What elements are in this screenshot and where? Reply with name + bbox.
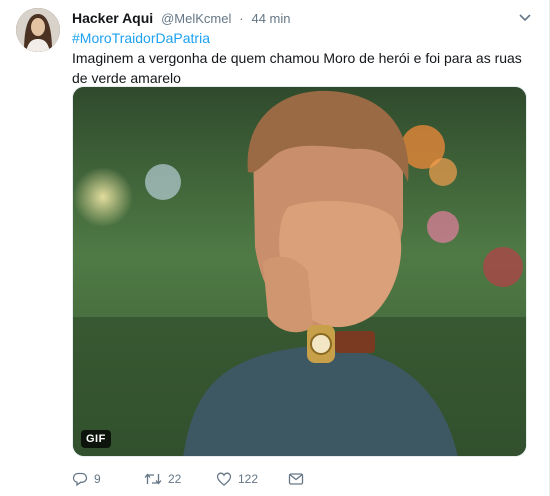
tweet-actions: 9 22 122	[72, 468, 492, 490]
tweet-header: Hacker Aqui @MelKcmel · 44 min	[72, 9, 519, 28]
reply-button[interactable]: 9	[72, 471, 144, 487]
direct-message-button[interactable]	[288, 471, 328, 487]
timestamp[interactable]: 44 min	[251, 11, 290, 26]
tweet[interactable]: Hacker Aqui @MelKcmel · 44 min #MoroTrai…	[0, 0, 550, 496]
gif-media[interactable]: GIF	[72, 86, 527, 457]
heart-icon	[216, 471, 232, 487]
reply-count: 9	[94, 472, 101, 486]
author-handle[interactable]: @MelKcmel	[161, 11, 231, 26]
retweet-button[interactable]: 22	[144, 471, 216, 487]
reply-icon	[72, 471, 88, 487]
tweet-text: #MoroTraidorDaPatria Imaginem a vergonha…	[72, 28, 530, 88]
retweet-icon	[144, 471, 162, 487]
gif-badge: GIF	[81, 430, 111, 448]
chevron-down-icon[interactable]	[517, 10, 533, 26]
tweet-body: Imaginem a vergonha de quem chamou Moro …	[72, 50, 522, 86]
avatar[interactable]	[16, 8, 60, 52]
like-button[interactable]: 122	[216, 471, 288, 487]
like-count: 122	[238, 472, 259, 486]
direct-message-icon	[288, 471, 304, 487]
author-name[interactable]: Hacker Aqui	[72, 10, 153, 26]
gif-frame-image	[73, 87, 526, 456]
retweet-count: 22	[168, 472, 182, 486]
hashtag-link[interactable]: #MoroTraidorDaPatria	[72, 28, 530, 48]
separator: ·	[239, 11, 244, 26]
